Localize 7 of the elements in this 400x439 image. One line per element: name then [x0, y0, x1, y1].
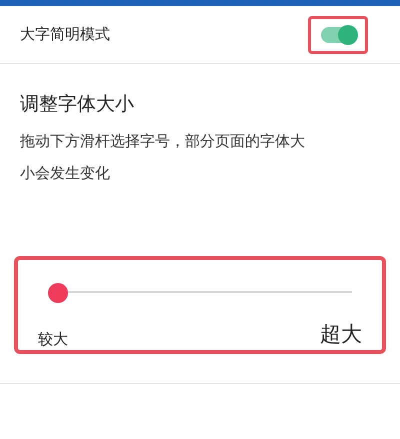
toggle-switch[interactable] — [321, 26, 355, 42]
max-label: 超大 — [320, 320, 362, 348]
min-label: 较大 — [38, 328, 68, 350]
slider-thumb[interactable] — [48, 283, 68, 303]
section-title: 调整字体大小 — [20, 92, 135, 117]
section-description: 拖动下方滑杆选择字号，部分页面的字体大小会发生变化 — [20, 130, 306, 184]
setting-label: 大字简明模式 — [20, 24, 110, 46]
